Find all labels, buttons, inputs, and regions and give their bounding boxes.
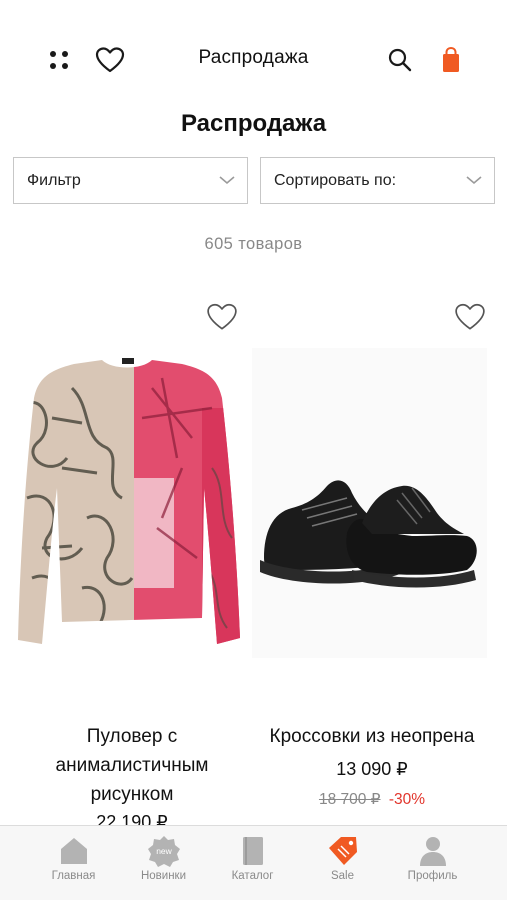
header-title: Распродажа: [198, 47, 309, 68]
top-bar: Распродажа: [0, 0, 507, 118]
filter-label: Фильтр: [27, 172, 81, 189]
tab-home[interactable]: Главная: [23, 826, 124, 900]
sale-tag-icon: [328, 837, 357, 865]
svg-text:new: new: [156, 846, 172, 856]
patterned-pullover-image[interactable]: [12, 348, 247, 658]
chevron-down-icon: [466, 176, 482, 185]
tab-label: Главная: [51, 870, 96, 882]
tab-sale[interactable]: Sale: [292, 826, 393, 900]
product-name-line: Пуловер с: [86, 726, 178, 747]
bottom-tab-bar: Главная new Новинки Каталог Sale Профиль: [0, 825, 507, 900]
new-badge-icon: new: [147, 836, 180, 867]
tab-catalog[interactable]: Каталог: [202, 826, 303, 900]
product-name-line: Кроссовки из неопрена: [269, 726, 475, 747]
tab-label: Профиль: [407, 870, 458, 882]
filter-dropdown[interactable]: Фильтр: [13, 157, 248, 204]
product-card[interactable]: Пуловер с анималистичным рисунком 22 190…: [12, 292, 252, 832]
wishlist-heart-icon[interactable]: [206, 302, 238, 332]
shopping-bag-icon[interactable]: [438, 46, 464, 74]
tab-profile[interactable]: Профиль: [382, 826, 483, 900]
product-name-line: рисунком: [90, 784, 174, 805]
black-sneakers-image[interactable]: [252, 348, 487, 658]
old-price: 18 700 ₽: [318, 791, 381, 808]
home-icon: [60, 838, 87, 864]
tab-new[interactable]: new Новинки: [113, 826, 214, 900]
tab-label: Новинки: [140, 870, 187, 882]
profile-icon: [419, 837, 446, 866]
search-icon[interactable]: [387, 47, 413, 73]
price-row: 18 700 ₽ -30%: [252, 790, 492, 809]
page-title: Распродажа: [180, 110, 327, 137]
product-name-line: анималистичным: [55, 755, 209, 776]
catalog-book-icon: [242, 837, 263, 865]
sort-dropdown[interactable]: Сортировать по:: [260, 157, 495, 204]
wishlist-heart-icon[interactable]: [454, 302, 486, 332]
tab-label: Sale: [330, 870, 355, 882]
chevron-down-icon: [219, 176, 235, 185]
product-price: 13 090 ₽: [336, 759, 408, 779]
discount-badge: -30%: [388, 791, 426, 808]
tab-label: Каталог: [231, 870, 274, 882]
sort-label: Сортировать по:: [274, 172, 397, 189]
product-name[interactable]: Пуловер с анималистичным рисунком: [12, 722, 252, 809]
product-count: 605 товаров: [204, 235, 303, 253]
product-card[interactable]: Кроссовки из неопрена 13 090 ₽ 18 700 ₽ …: [252, 292, 492, 832]
product-name[interactable]: Кроссовки из неопрена: [252, 722, 492, 751]
